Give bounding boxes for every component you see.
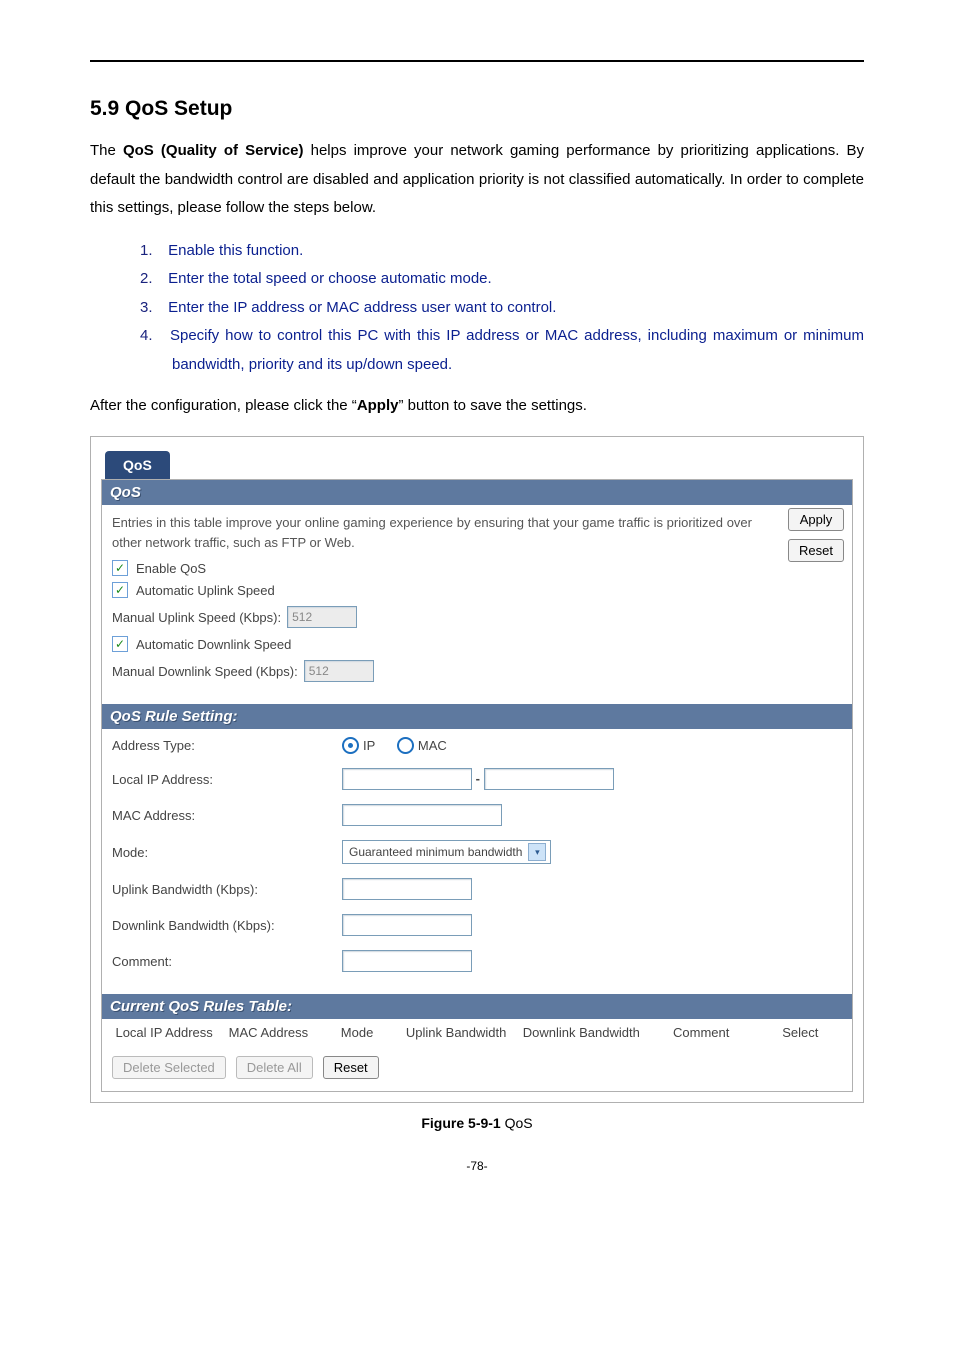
step-item: 4. Specify how to control this PC with t… — [140, 322, 864, 379]
select-mode[interactable]: Guaranteed minimum bandwidth ▾ — [342, 840, 551, 864]
label-downlink-bw: Downlink Bandwidth (Kbps): — [112, 918, 342, 933]
figure-caption: Figure 5-9-1 QoS — [90, 1115, 864, 1131]
intro-paragraph: The QoS (Quality of Service) helps impro… — [90, 137, 864, 223]
label-manual-downlink: Manual Downlink Speed (Kbps): — [112, 664, 298, 679]
top-rule — [90, 60, 864, 62]
delete-all-button[interactable]: Delete All — [236, 1056, 313, 1079]
radio-mac[interactable] — [397, 737, 414, 754]
checkbox-auto-uplink[interactable]: ✓ — [112, 582, 128, 598]
reset-button-2[interactable]: Reset — [323, 1056, 379, 1079]
input-mac-address[interactable] — [342, 804, 502, 826]
section-bar-qos: QoS — [102, 480, 852, 505]
qos-screenshot: QoS Apply Reset QoS Entries in this tabl… — [90, 436, 864, 1103]
chevron-down-icon: ▾ — [528, 843, 546, 861]
delete-selected-button[interactable]: Delete Selected — [112, 1056, 226, 1079]
step-text: Enter the total speed or choose automati… — [164, 270, 492, 287]
step-item: 2. Enter the total speed or choose autom… — [140, 265, 864, 294]
input-manual-downlink[interactable] — [304, 660, 374, 682]
label-enable-qos: Enable QoS — [136, 561, 206, 576]
label-radio-mac: MAC — [418, 738, 447, 753]
after-config-text: After the configuration, please click th… — [90, 397, 864, 414]
step-item: 3. Enter the IP address or MAC address u… — [140, 294, 864, 323]
section-bar-rule-setting: QoS Rule Setting: — [102, 704, 852, 729]
label-auto-downlink: Automatic Downlink Speed — [136, 637, 291, 652]
step-item: 1. Enable this function. — [140, 237, 864, 266]
section-bar-rules-table: Current QoS Rules Table: — [102, 994, 852, 1019]
input-uplink-bw[interactable] — [342, 878, 472, 900]
rules-table-header: Local IP Address MAC Address Mode Uplink… — [102, 1019, 852, 1050]
select-mode-value: Guaranteed minimum bandwidth — [349, 845, 522, 859]
th-select: Select — [759, 1025, 842, 1040]
th-comment: Comment — [644, 1025, 759, 1040]
reset-button[interactable]: Reset — [788, 539, 844, 562]
th-downlink: Downlink Bandwidth — [519, 1025, 644, 1040]
radio-ip[interactable] — [342, 737, 359, 754]
step-number: 3. — [140, 294, 164, 323]
th-uplink: Uplink Bandwidth — [394, 1025, 519, 1040]
checkbox-auto-downlink[interactable]: ✓ — [112, 636, 128, 652]
step-text: Enter the IP address or MAC address user… — [164, 299, 556, 316]
page-number: -78- — [90, 1159, 864, 1173]
label-comment: Comment: — [112, 954, 342, 969]
label-manual-uplink: Manual Uplink Speed (Kbps): — [112, 610, 281, 625]
th-local-ip: Local IP Address — [112, 1025, 216, 1040]
input-downlink-bw[interactable] — [342, 914, 472, 936]
label-radio-ip: IP — [363, 738, 375, 753]
ip-range-separator: - — [476, 771, 480, 786]
label-mac-address: MAC Address: — [112, 808, 342, 823]
input-local-ip-from[interactable] — [342, 768, 472, 790]
label-local-ip: Local IP Address: — [112, 772, 342, 787]
step-number: 1. — [140, 237, 164, 266]
input-manual-uplink[interactable] — [287, 606, 357, 628]
th-mode: Mode — [321, 1025, 394, 1040]
step-text: Specify how to control this PC with this… — [164, 327, 864, 373]
step-number: 4. — [140, 322, 164, 351]
input-local-ip-to[interactable] — [484, 768, 614, 790]
checkbox-enable-qos[interactable]: ✓ — [112, 560, 128, 576]
section-heading: 5.9 QoS Setup — [90, 97, 864, 121]
tab-qos[interactable]: QoS — [105, 451, 170, 479]
input-comment[interactable] — [342, 950, 472, 972]
qos-intro-text: Entries in this table improve your onlin… — [112, 513, 842, 552]
th-mac: MAC Address — [216, 1025, 320, 1040]
apply-button[interactable]: Apply — [788, 508, 844, 531]
step-number: 2. — [140, 265, 164, 294]
label-address-type: Address Type: — [112, 738, 342, 753]
step-list: 1. Enable this function.2. Enter the tot… — [90, 237, 864, 380]
label-mode: Mode: — [112, 845, 342, 860]
label-uplink-bw: Uplink Bandwidth (Kbps): — [112, 882, 342, 897]
step-text: Enable this function. — [164, 242, 303, 259]
label-auto-uplink: Automatic Uplink Speed — [136, 583, 275, 598]
